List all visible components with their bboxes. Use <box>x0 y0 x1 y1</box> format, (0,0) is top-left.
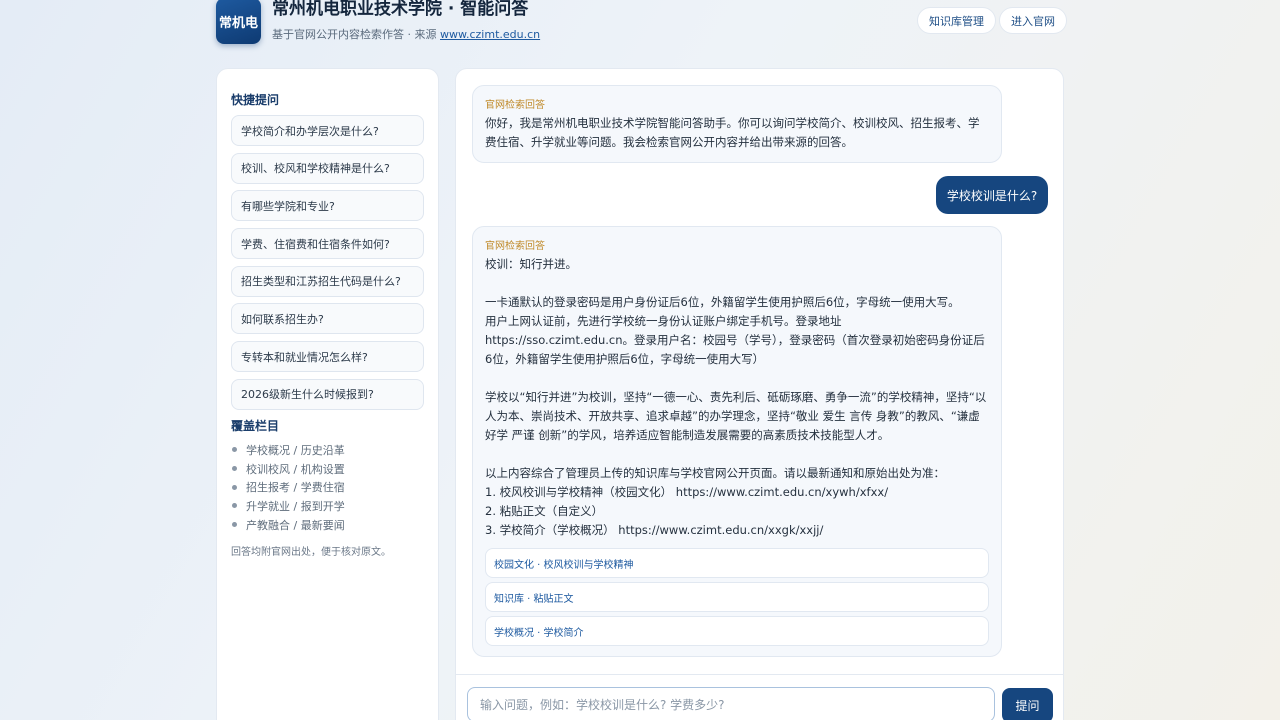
answer-message: 官网检索回答 校训：知行并进。 一卡通默认的登录密码是用户身份证后6位，外籍留学… <box>472 226 1002 657</box>
coverage-item: 招生报考 / 学费住宿 <box>231 478 424 497</box>
message-text: 你好，我是常州机电职业技术学院智能问答助手。你可以询问学校简介、校训校风、招生报… <box>485 116 980 149</box>
quick-question-item[interactable]: 学校简介和办学层次是什么? <box>231 115 424 146</box>
quick-question-item[interactable]: 2026级新生什么时候报到? <box>231 378 424 410</box>
quick-question-item[interactable]: 专转本和就业情况怎么样? <box>231 341 424 373</box>
bullet-icon <box>232 522 237 528</box>
source-card[interactable]: 知识库 · 粘贴正文 <box>485 582 989 612</box>
quick-question-list: 学校简介和办学层次是什么? 校训、校风和学校精神是什么? 有哪些学院和专业? 学费、住… <box>231 115 424 410</box>
official-site-button[interactable]: 进入官网 <box>999 7 1067 34</box>
answer-text: 校训：知行并进。 一卡通默认的登录密码是用户身份证后6位，外籍留学生使用护照后6… <box>485 257 987 537</box>
greeting-message: 官网检索回答 你好，我是常州机电职业技术学院智能问答助手。你可以询问学校简介、校… <box>472 85 1002 163</box>
coverage-item: 升学就业 / 报到开学 <box>231 497 424 516</box>
coverage-item-label: 招生报考 / 学费住宿 <box>246 481 345 495</box>
coverage-item: 产教融合 / 最新要闻 <box>231 515 424 534</box>
source-cards: 校园文化 · 校风校训与学校精神 知识库 · 粘贴正文 学校概况 · 学校简介 <box>485 548 989 646</box>
page-subtitle: 基于官网公开内容检索作答 · 来源 www.czimt.edu.cn <box>272 26 540 42</box>
input-bar: 提问 <box>456 674 1063 720</box>
chat-panel: 官网检索回答 你好，我是常州机电职业技术学院智能问答助手。你可以询问学校简介、校… <box>455 68 1064 720</box>
coverage-item-label: 产教融合 / 最新要闻 <box>246 518 345 532</box>
source-link[interactable]: www.czimt.edu.cn <box>440 28 540 41</box>
coverage-item-label: 升学就业 / 报到开学 <box>246 499 345 513</box>
bullet-icon <box>232 447 237 453</box>
bullet-icon <box>232 503 237 509</box>
school-logo: 常机电 <box>216 0 261 44</box>
message-source-tag: 官网检索回答 <box>485 241 545 252</box>
ask-button[interactable]: 提问 <box>1002 688 1053 720</box>
sidebar-note: 回答均附官网出处，便于核对原文。 <box>231 546 391 558</box>
coverage-item: 学校概况 / 历史沿革 <box>231 441 424 460</box>
quick-question-item[interactable]: 校训、校风和学校精神是什么? <box>231 152 424 184</box>
coverage-item-label: 校训校风 / 机构设置 <box>246 462 345 476</box>
question-input[interactable] <box>467 687 995 720</box>
knowledge-base-button[interactable]: 知识库管理 <box>917 7 996 34</box>
page-title: 常州机电职业技术学院 · 智能问答 <box>272 0 529 19</box>
coverage-item: 校训校风 / 机构设置 <box>231 459 424 478</box>
user-message: 学校校训是什么? <box>936 176 1048 214</box>
quick-question-item[interactable]: 如何联系招生办? <box>231 303 424 335</box>
coverage-item-label: 学校概况 / 历史沿革 <box>246 443 345 457</box>
quick-question-item[interactable]: 有哪些学院和专业? <box>231 190 424 222</box>
quick-question-item[interactable]: 招生类型和江苏招生代码是什么? <box>231 265 424 297</box>
source-card[interactable]: 学校概况 · 学校简介 <box>485 616 989 646</box>
sidebar: 快捷提问 学校简介和办学层次是什么? 校训、校风和学校精神是什么? 有哪些学院和专业… <box>216 68 439 720</box>
subtitle-text: 基于官网公开内容检索作答 · 来源 <box>272 28 440 41</box>
coverage-list: 学校概况 / 历史沿革 校训校风 / 机构设置 招生报考 / 学费住宿 升学就业 / … <box>231 441 424 534</box>
quick-questions-title: 快捷提问 <box>231 93 280 107</box>
quick-question-item[interactable]: 学费、住宿费和住宿条件如何? <box>231 228 424 260</box>
top-bar: 常机电 常州机电职业技术学院 · 智能问答 基于官网公开内容检索作答 · 来源 … <box>216 0 1067 46</box>
source-card[interactable]: 校园文化 · 校风校训与学校精神 <box>485 548 989 578</box>
coverage-title: 覆盖栏目 <box>231 418 280 433</box>
bullet-icon <box>232 484 237 490</box>
message-source-tag: 官网检索回答 <box>485 100 545 111</box>
bullet-icon <box>232 466 237 472</box>
